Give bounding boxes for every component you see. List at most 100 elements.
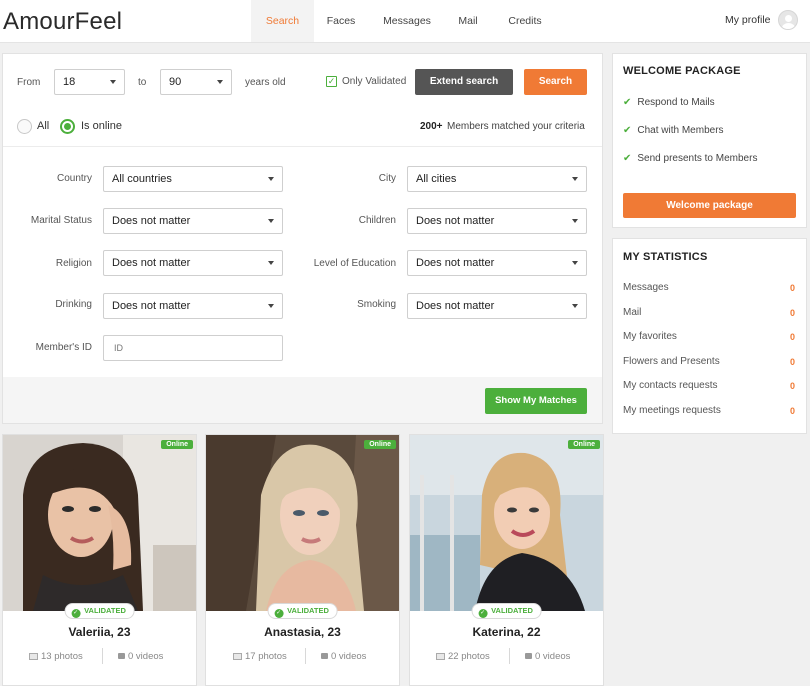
children-value: Does not matter [416,215,495,227]
radio-all[interactable] [17,119,32,134]
profile-card[interactable]: Online ✓ VALIDATED Katerina, 22 22 photos… [409,434,604,686]
from-label: From [17,77,41,88]
smoking-value: Does not matter [416,300,495,312]
smoking-label: Smoking [357,299,396,310]
religion-value: Does not matter [112,257,191,269]
extend-search-button[interactable]: Extend search [415,69,513,95]
stat-flowers-value: 0 [790,357,796,367]
welcome-item-label: Chat with Members [637,125,724,136]
stat-favorites-label[interactable]: My favorites [623,331,677,342]
divider [509,648,510,664]
videos-label: 0 videos [331,651,367,662]
children-select[interactable]: Does not matter [407,208,587,234]
online-badge: Online [161,440,193,449]
education-label: Level of Education [313,258,396,269]
photos-label: 17 photos [245,651,287,662]
smoking-select[interactable]: Does not matter [407,293,587,319]
check-icon: ✔ [623,125,632,136]
videos-count: 0 videos [118,651,163,662]
my-profile-link[interactable]: My profile [725,14,771,26]
validated-badge: ✓ VALIDATED [471,603,542,619]
marital-status-select[interactable]: Does not matter [103,208,283,234]
city-select[interactable]: All cities [407,166,587,192]
welcome-item-label: Respond to Mails [637,97,715,108]
stat-mail-value: 0 [790,308,796,318]
religion-label: Religion [55,258,92,269]
check-icon: ✓ [274,609,284,618]
religion-select[interactable]: Does not matter [103,250,283,276]
profile-card[interactable]: Online ✓ VALIDATED Valeriia, 23 13 photos… [2,434,197,686]
avatar[interactable] [778,10,798,30]
videos-label: 0 videos [535,651,571,662]
chevron-down-icon [572,219,578,223]
profile-photo[interactable]: Online [3,435,196,611]
profile-card[interactable]: Online ✓ VALIDATED Anastasia, 23 17 photo… [205,434,400,686]
check-icon: ✔ [623,153,632,164]
show-matches-button[interactable]: Show My Matches [485,388,587,414]
stat-flowers-label[interactable]: Flowers and Presents [623,356,720,367]
stat-meetings-label[interactable]: My meetings requests [623,405,721,416]
stat-contacts-label[interactable]: My contacts requests [623,380,717,391]
photos-label: 13 photos [41,651,83,662]
radio-all-label: All [37,120,50,132]
photos-label: 22 photos [448,651,490,662]
video-icon [321,653,328,659]
nav-credits[interactable]: Credits [500,0,550,42]
validated-label: VALIDATED [84,606,126,615]
drinking-select[interactable]: Does not matter [103,293,283,319]
chevron-down-icon [268,219,274,223]
city-label: City [378,173,396,184]
stat-messages-label[interactable]: Messages [623,282,669,293]
photos-icon [29,653,38,660]
profile-name[interactable]: Anastasia, 23 [206,625,399,639]
welcome-item: ✔ Chat with Members [623,125,724,136]
site-logo[interactable]: AmourFeel [3,8,122,36]
member-id-input[interactable] [103,335,283,361]
check-icon: ✔ [623,97,632,108]
only-validated-checkbox[interactable]: ✓ [326,76,337,87]
only-validated-label: Only Validated [342,76,407,87]
country-select[interactable]: All countries [103,166,283,192]
nav-faces[interactable]: Faces [318,0,364,42]
profile-photo[interactable]: Online [206,435,399,611]
validated-label: VALIDATED [287,606,329,615]
welcome-package-button[interactable]: Welcome package [623,193,796,218]
welcome-item: ✔ Respond to Mails [623,97,715,108]
chevron-down-icon [110,80,116,84]
stat-mail-label[interactable]: Mail [623,307,641,318]
search-button[interactable]: Search [524,69,587,95]
online-badge: Online [364,440,396,449]
photos-icon [233,653,242,660]
nav-mail[interactable]: Mail [450,0,486,42]
validated-badge: ✓ VALIDATED [267,603,338,619]
country-label: Country [56,173,92,184]
video-icon [525,653,532,659]
welcome-title: WELCOME PACKAGE [623,65,741,77]
nav-search[interactable]: Search [251,0,314,42]
radio-is-online[interactable] [60,119,75,134]
profile-name[interactable]: Valeriia, 23 [3,625,196,639]
stat-contacts-value: 0 [790,381,796,391]
education-select[interactable]: Does not matter [407,250,587,276]
chevron-down-icon [572,304,578,308]
photos-icon [436,653,445,660]
profile-name[interactable]: Katerina, 22 [410,625,603,639]
chevron-down-icon [268,177,274,181]
marital-status-value: Does not matter [112,215,191,227]
education-value: Does not matter [416,257,495,269]
age-from-select[interactable]: 18 [54,69,125,95]
nav-messages[interactable]: Messages [378,0,436,42]
top-header: AmourFeel Search Faces Messages Mail Cre… [0,0,810,43]
photos-count: 22 photos [436,651,490,662]
age-to-select[interactable]: 90 [160,69,232,95]
photos-count: 13 photos [29,651,83,662]
validated-badge: ✓ VALIDATED [64,603,135,619]
photos-count: 17 photos [233,651,287,662]
stat-messages-value: 0 [790,283,796,293]
chevron-down-icon [268,261,274,265]
to-label: to [138,77,147,88]
stat-favorites-value: 0 [790,332,796,342]
video-icon [118,653,125,659]
chevron-down-icon [572,261,578,265]
profile-photo[interactable]: Online [410,435,603,611]
